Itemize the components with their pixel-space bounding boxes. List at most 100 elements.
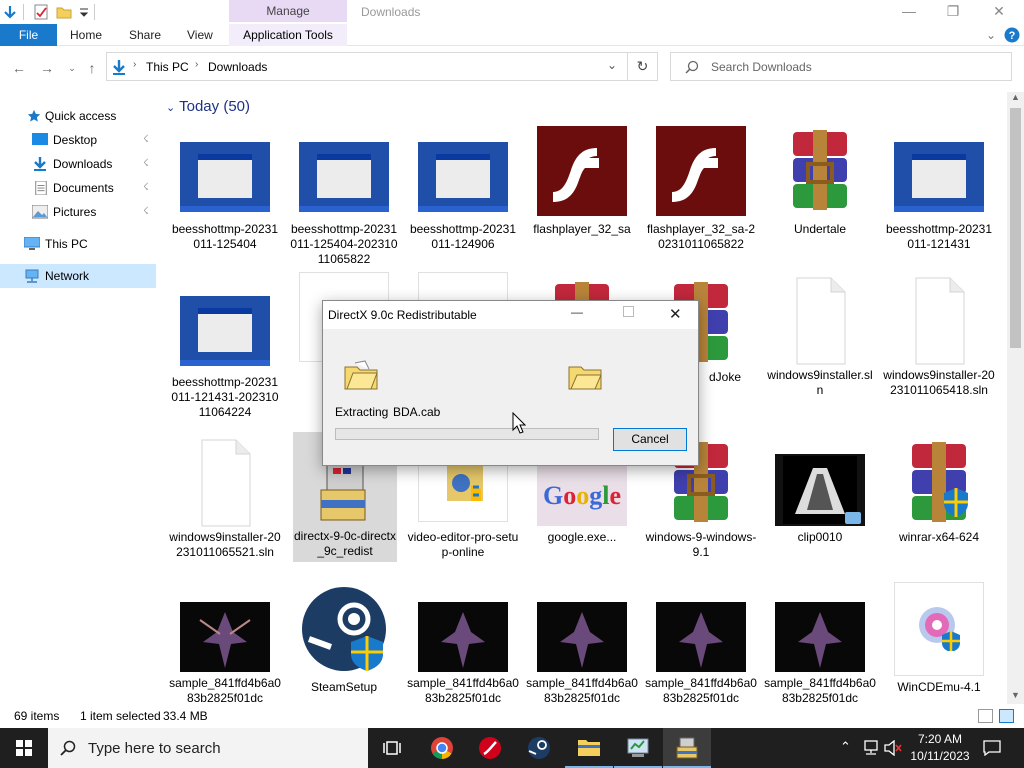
taskbar-directx-installer-button[interactable]	[663, 728, 711, 768]
scroll-down-icon[interactable]: ▼	[1011, 690, 1020, 700]
group-header[interactable]: ⌄ Today (50)	[166, 98, 250, 115]
taskbar-app-button[interactable]	[466, 728, 514, 768]
forward-button[interactable]: →	[37, 58, 57, 78]
tab-file[interactable]: File	[0, 24, 57, 46]
mouse-cursor-icon	[512, 412, 526, 434]
show-hidden-icons-button[interactable]: ⌃	[840, 739, 851, 755]
pin-icon[interactable]: ☇	[143, 176, 149, 200]
file-item[interactable]: WinCDEmu-4.1	[883, 582, 995, 704]
sidebar-item-downloads[interactable]: Downloads ☇	[0, 152, 156, 176]
file-icon	[915, 277, 965, 365]
file-item[interactable]: sample_841ffd4b6a083b2825f01dc	[764, 582, 876, 704]
control-panel-icon	[627, 738, 649, 757]
back-button[interactable]: ←	[9, 58, 29, 78]
sidebar-item-desktop[interactable]: Desktop ☇	[0, 128, 156, 152]
customize-toolbar-icon[interactable]	[76, 4, 92, 20]
file-item[interactable]: windows9installer-20231011065418.sln	[883, 272, 995, 422]
new-folder-icon[interactable]	[56, 4, 72, 20]
file-item[interactable]: beesshottmp-20231011-121431-202310110642…	[169, 272, 281, 422]
start-button[interactable]	[0, 728, 48, 768]
tab-view[interactable]: View	[187, 24, 213, 46]
installer-icon	[320, 463, 366, 521]
maximize-button[interactable]: ❐	[930, 0, 976, 24]
large-icons-view-icon[interactable]	[999, 709, 1014, 723]
pin-icon[interactable]: ☇	[143, 152, 149, 176]
minimize-button[interactable]: —	[886, 0, 932, 24]
scrollbar-thumb[interactable]	[1010, 108, 1021, 348]
action-center-icon[interactable]	[983, 740, 1001, 756]
winrar-archive-icon	[793, 130, 847, 210]
tab-share[interactable]: Share	[129, 24, 161, 46]
sidebar-item-documents[interactable]: Documents ☇	[0, 176, 156, 200]
sidebar-item-pictures[interactable]: Pictures ☇	[0, 200, 156, 224]
extracting-file-name: BDA.cab	[393, 405, 441, 419]
sidebar-item-quick-access[interactable]: Quick access	[0, 104, 156, 128]
tab-application-tools[interactable]: Application Tools	[229, 24, 347, 46]
breadcrumb-separator-icon: ›	[195, 59, 199, 70]
taskbar-control-panel-button[interactable]	[614, 728, 662, 768]
downloads-icon	[34, 157, 46, 171]
vertical-scrollbar[interactable]: ▲ ▼	[1007, 92, 1024, 704]
dialog-minimize-button[interactable]: —	[571, 305, 583, 319]
breadcrumb-this-pc[interactable]: This PC	[146, 60, 189, 74]
taskbar-chrome-button[interactable]	[418, 728, 466, 768]
steam-icon	[302, 587, 386, 671]
file-item[interactable]: winrar-x64-624	[883, 432, 995, 582]
task-view-button[interactable]	[368, 728, 416, 768]
computer-icon	[24, 237, 40, 250]
file-item[interactable]: flashplayer_32_sa	[526, 122, 638, 262]
file-item[interactable]: beesshottmp-20231011-124906	[407, 122, 519, 262]
cancel-button[interactable]: Cancel	[613, 428, 687, 451]
file-item[interactable]: sample_841ffd4b6a083b2825f01dc	[407, 582, 519, 704]
dialog-close-button[interactable]: ✕	[669, 305, 682, 323]
screenshot-thumbnail	[894, 142, 984, 212]
screenshot-thumbnail	[418, 142, 508, 212]
file-item[interactable]: Undertale	[764, 122, 876, 262]
up-button[interactable]: ↑	[82, 58, 102, 78]
file-item[interactable]: beesshottmp-20231011-121431	[883, 122, 995, 262]
file-item[interactable]: windows9installer-20231011065521.sln	[169, 432, 281, 582]
file-item[interactable]: SteamSetup	[288, 582, 400, 704]
scroll-up-icon[interactable]: ▲	[1011, 92, 1020, 102]
refresh-button[interactable]: ↻	[628, 52, 658, 81]
search-icon	[60, 740, 76, 756]
file-item[interactable]: sample_841ffd4b6a083b2825f01dc	[169, 582, 281, 704]
properties-icon[interactable]	[33, 4, 49, 20]
wincdemu-icon	[894, 582, 984, 676]
address-dropdown-icon[interactable]: ⌄	[607, 58, 617, 72]
network-icon[interactable]	[862, 740, 880, 756]
pin-icon[interactable]: ☇	[143, 200, 149, 224]
help-icon[interactable]: ?	[1004, 27, 1020, 43]
close-button[interactable]: ✕	[976, 0, 1022, 24]
sidebar-item-this-pc[interactable]: This PC	[0, 232, 156, 256]
dialog-maximize-button	[623, 306, 634, 317]
taskbar-file-explorer-button[interactable]	[565, 728, 613, 768]
file-item[interactable]: beesshottmp-20231011-125404	[169, 122, 281, 262]
file-item[interactable]: beesshottmp-20231011-125404-202310110658…	[288, 122, 400, 272]
file-item[interactable]: clip0010	[764, 432, 876, 582]
down-arrow-icon[interactable]	[2, 4, 18, 20]
pin-icon[interactable]: ☇	[143, 128, 149, 152]
file-item[interactable]: sample_841ffd4b6a083b2825f01dc	[526, 582, 638, 704]
taskbar-steam-button[interactable]	[515, 728, 563, 768]
title-bar: Manage Downloads — ❐ ✕	[0, 0, 1024, 24]
expand-ribbon-icon[interactable]: ⌄	[986, 24, 996, 46]
image-thumbnail	[656, 602, 746, 672]
file-item[interactable]: windows9installer.sln	[764, 272, 876, 422]
system-clock[interactable]: 7:20 AM 10/11/2023	[900, 731, 980, 765]
navigation-pane: Quick access Desktop ☇ Downloads ☇ Docum…	[0, 92, 160, 702]
file-item[interactable]: sample_841ffd4b6a083b2825f01dc	[645, 582, 757, 704]
item-count: 69 items	[14, 709, 60, 723]
taskbar-search-input[interactable]: Type here to search	[48, 728, 368, 768]
tab-home[interactable]: Home	[70, 24, 102, 46]
search-input[interactable]: Search Downloads	[670, 52, 1012, 81]
downloads-icon	[113, 60, 125, 75]
manage-tab[interactable]: Manage	[229, 0, 347, 22]
address-bar[interactable]: › This PC › Downloads ⌄	[106, 52, 628, 81]
folder-icon	[578, 740, 600, 756]
sidebar-item-network[interactable]: Network	[0, 264, 156, 288]
details-view-icon[interactable]	[978, 709, 993, 723]
recent-locations-button[interactable]: ⌄	[62, 58, 82, 78]
file-item[interactable]: flashplayer_32_sa-20231011065822	[645, 122, 757, 272]
breadcrumb-downloads[interactable]: Downloads	[208, 60, 267, 74]
